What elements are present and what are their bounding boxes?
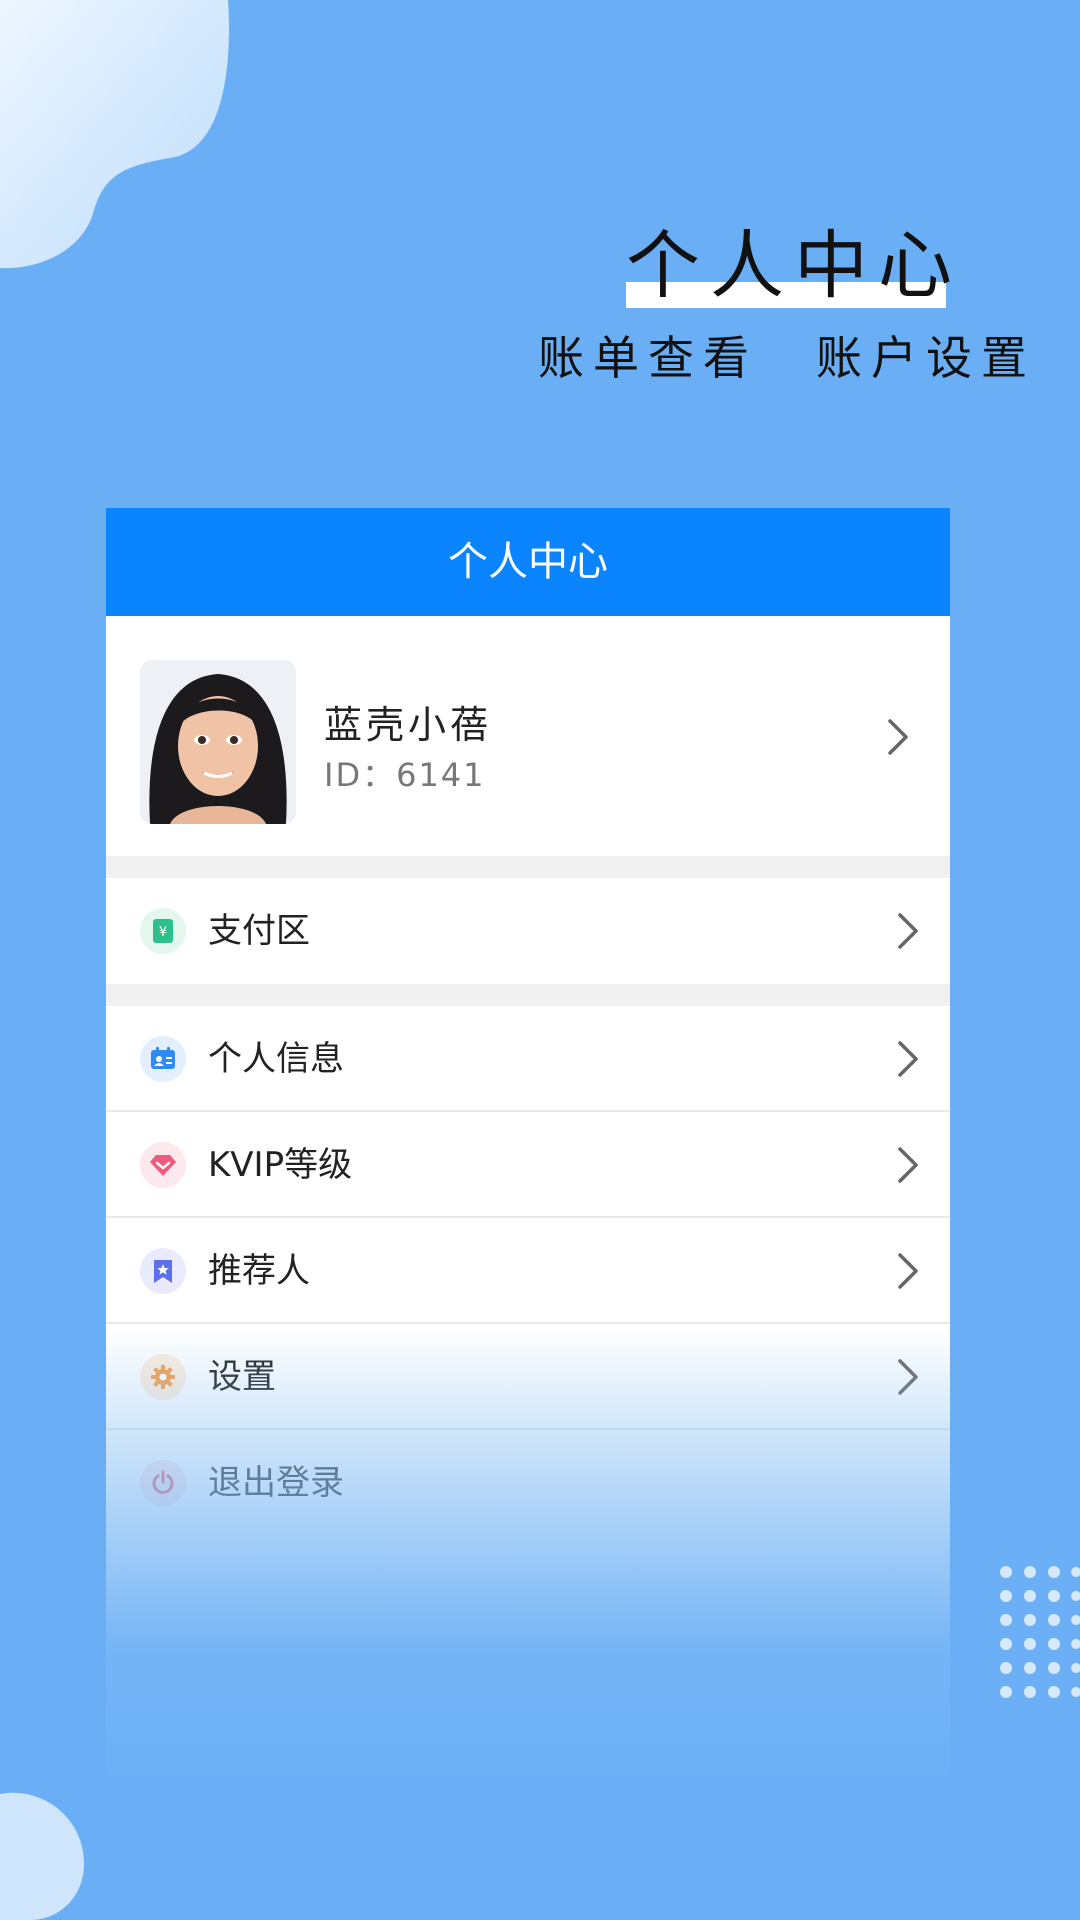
promo-subtitle-bills: 账单查看 xyxy=(538,331,758,385)
app-screen: 个人中心 蓝壳小蓓 ID：6141 ¥ 支付区 个人信息 KVIP等级 推荐人 … xyxy=(106,508,950,1784)
profile-name: 蓝壳小蓓 xyxy=(324,703,493,747)
section-divider xyxy=(106,984,950,1006)
chevron-right-icon xyxy=(898,1253,918,1289)
menu-item-settings[interactable]: 设置 xyxy=(106,1324,950,1430)
profile-id: ID：6141 xyxy=(324,756,486,794)
svg-text:¥: ¥ xyxy=(159,925,167,940)
menu-item-label: 支付区 xyxy=(208,911,310,951)
chevron-right-icon xyxy=(898,1041,918,1077)
menu-item-personal-info[interactable]: 个人信息 xyxy=(106,1006,950,1112)
profile-card[interactable]: 蓝壳小蓓 ID：6141 xyxy=(106,616,950,856)
menu-item-logout[interactable]: 退出登录 xyxy=(106,1430,950,1536)
chevron-right-icon xyxy=(898,1147,918,1183)
menu-item-label: 个人信息 xyxy=(208,1039,344,1079)
decorative-dots-pattern xyxy=(1000,1566,1080,1698)
menu-item-label: 推荐人 xyxy=(208,1251,310,1291)
chevron-right-icon xyxy=(898,913,918,949)
power-icon xyxy=(140,1460,186,1506)
chevron-right-icon xyxy=(898,1359,918,1395)
promo-subtitle-settings: 账户设置 xyxy=(816,331,1036,385)
page-title: 个人中心 xyxy=(106,508,950,616)
avatar xyxy=(140,660,296,824)
bookmark-star-icon xyxy=(140,1248,186,1294)
menu-item-payment[interactable]: ¥ 支付区 xyxy=(106,878,950,984)
menu-item-label: 设置 xyxy=(208,1357,276,1397)
decorative-cloud-shape xyxy=(0,0,229,269)
decorative-circle-shape xyxy=(0,1792,84,1920)
diamond-icon xyxy=(140,1142,186,1188)
menu-item-label: KVIP等级 xyxy=(208,1145,353,1185)
gear-icon xyxy=(140,1354,186,1400)
chevron-right-icon xyxy=(888,719,908,755)
wallet-icon: ¥ xyxy=(140,908,186,954)
menu-item-label: 退出登录 xyxy=(208,1463,344,1503)
section-divider xyxy=(106,856,950,878)
promo-title: 个人中心 xyxy=(626,223,962,309)
menu-item-referrer[interactable]: 推荐人 xyxy=(106,1218,950,1324)
id-card-icon xyxy=(140,1036,186,1082)
menu-item-kvip-level[interactable]: KVIP等级 xyxy=(106,1112,950,1218)
